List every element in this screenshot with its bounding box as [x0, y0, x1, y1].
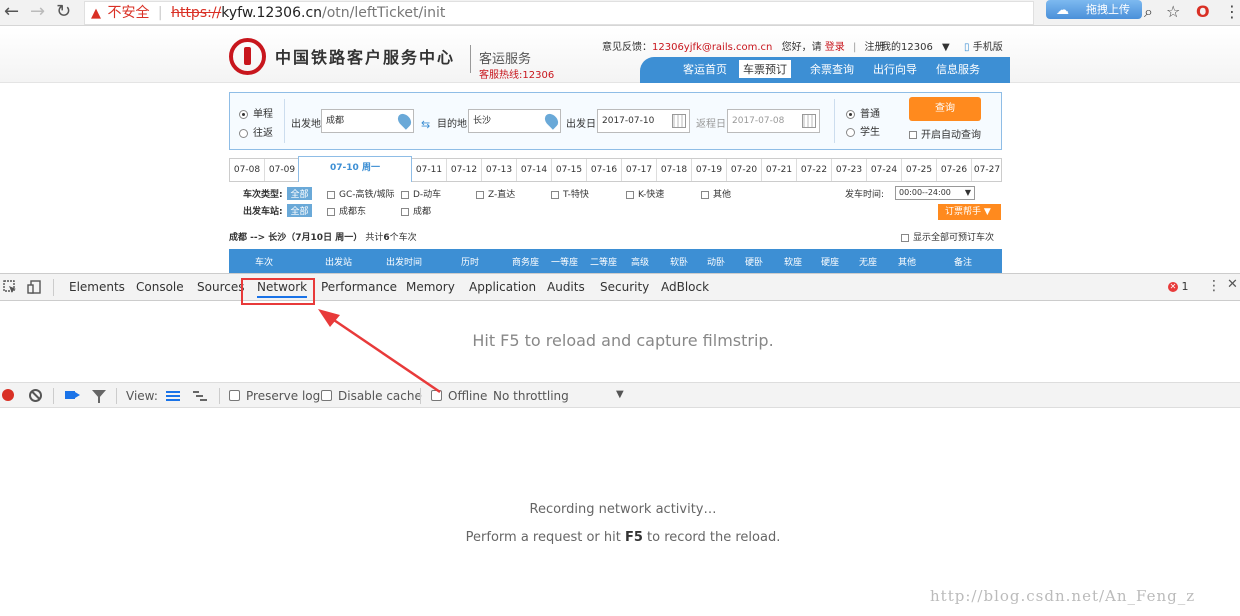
arrow-shaft: [327, 314, 441, 394]
annotation-arrow: [318, 309, 441, 394]
arrow-head: [318, 309, 340, 327]
